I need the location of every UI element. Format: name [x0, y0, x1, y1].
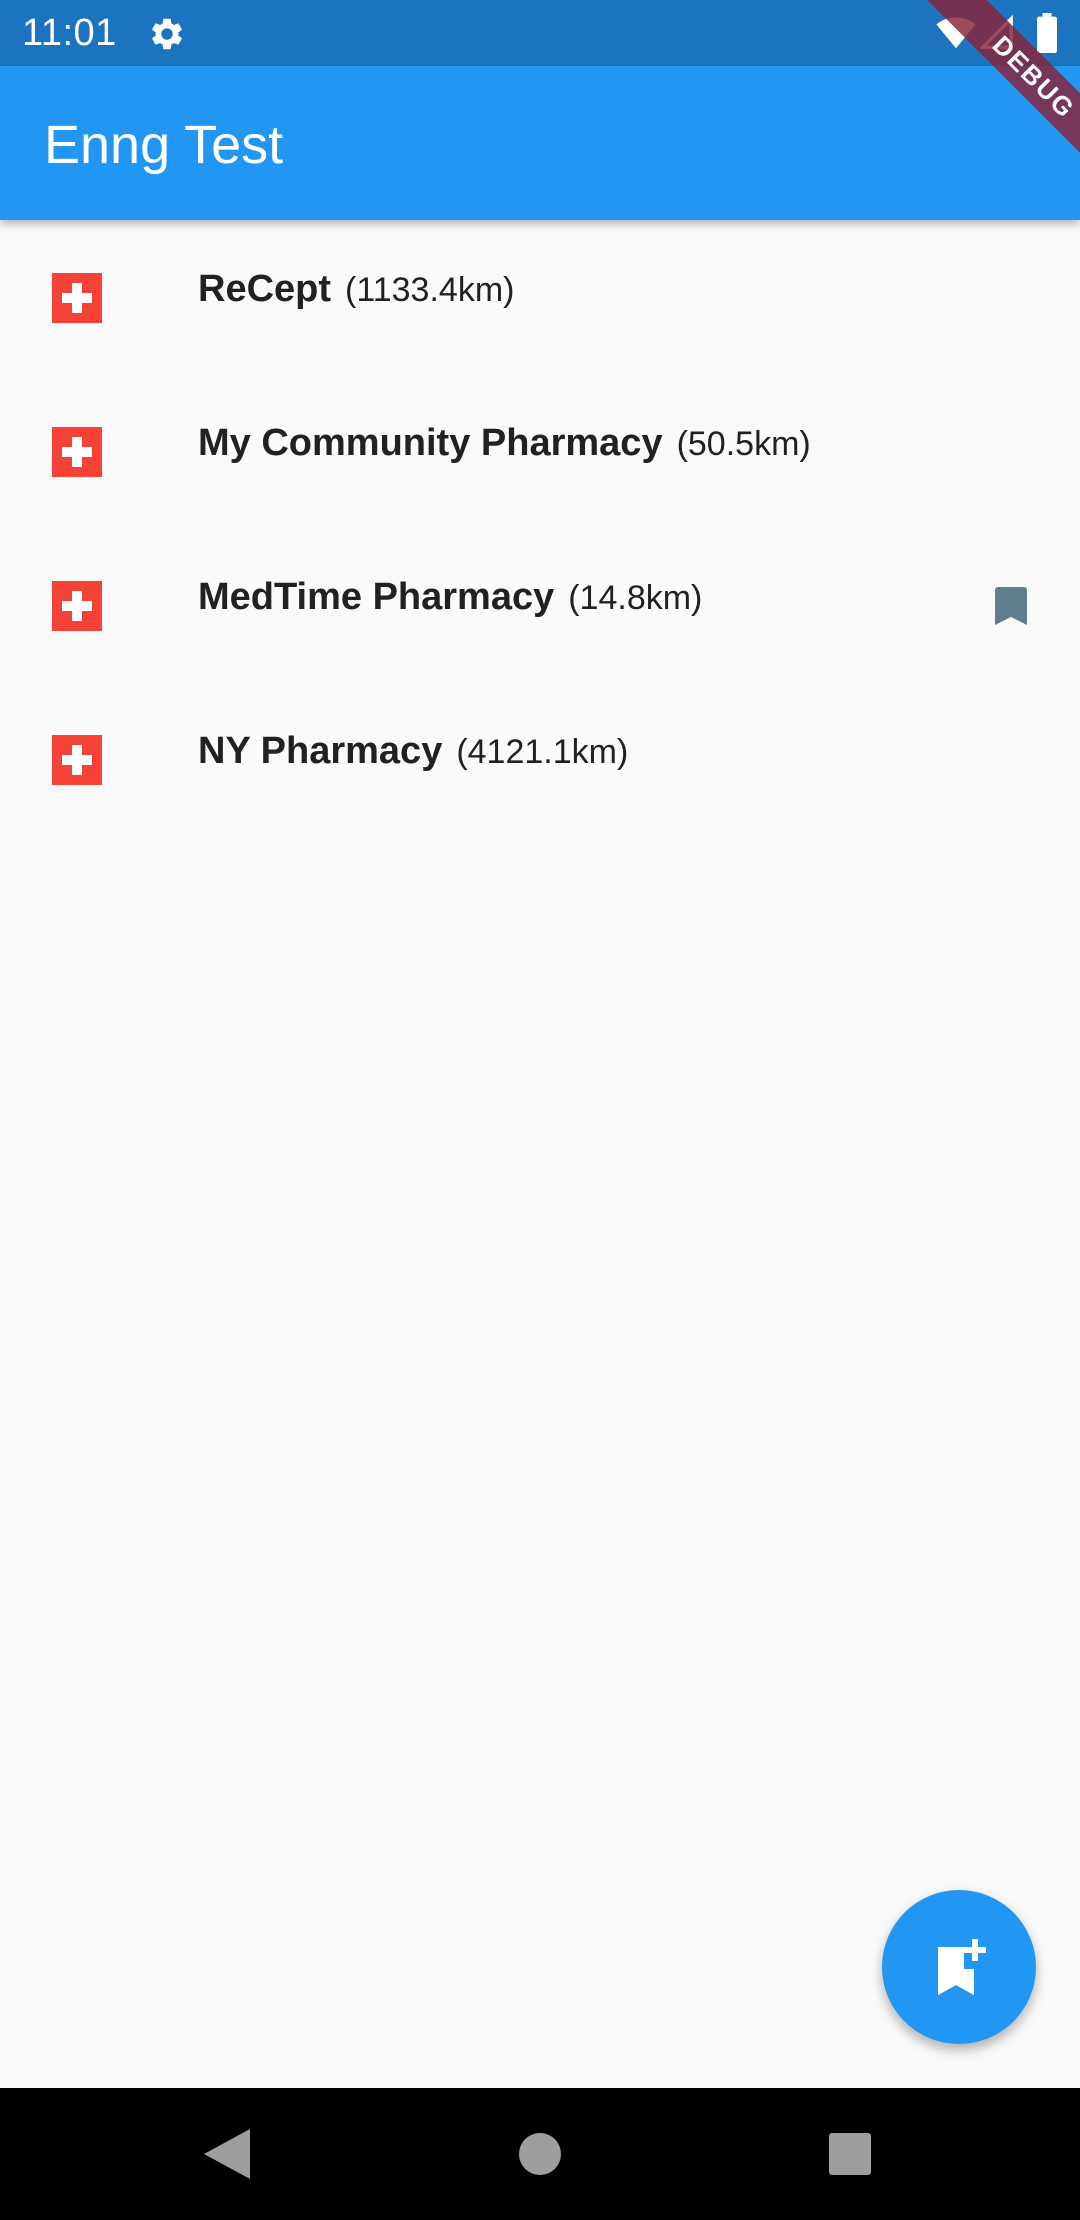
- navigation-bar: [0, 2088, 1080, 2220]
- pharmacy-name: ReCept: [198, 268, 332, 310]
- gear-icon: [152, 18, 182, 50]
- pharmacy-name: NY Pharmacy: [198, 730, 443, 772]
- list-item-text: My Community Pharmacy (50.5km): [198, 422, 811, 482]
- signal-icon: [980, 15, 1013, 49]
- pharmacy-cross-icon: [52, 273, 102, 323]
- list-item-text: ReCept (1133.4km): [198, 268, 514, 328]
- add-bookmark-fab[interactable]: [882, 1890, 1036, 2044]
- bookmark-icon[interactable]: [995, 587, 1027, 625]
- pharmacy-distance: (14.8km): [568, 579, 703, 617]
- list-item-text: MedTime Pharmacy (14.8km): [198, 576, 702, 636]
- battery-icon: [1037, 13, 1057, 53]
- home-icon[interactable]: [519, 2133, 561, 2175]
- app-bar: Enng Test: [0, 66, 1080, 220]
- recents-icon[interactable]: [829, 2133, 871, 2175]
- pharmacy-cross-icon: [52, 581, 102, 631]
- back-icon[interactable]: [204, 2129, 250, 2179]
- wifi-icon: [936, 17, 976, 49]
- status-bar: 11:01: [0, 0, 1080, 66]
- pharmacy-cross-icon: [52, 735, 102, 785]
- list-item[interactable]: NY Pharmacy (4121.1km): [0, 682, 1080, 836]
- pharmacy-distance: (4121.1km): [456, 733, 629, 771]
- pharmacy-distance: (1133.4km): [345, 271, 515, 309]
- app-title: Enng Test: [44, 115, 284, 175]
- pharmacy-name: MedTime Pharmacy: [198, 576, 555, 618]
- list-item[interactable]: MedTime Pharmacy (14.8km): [0, 528, 1080, 682]
- list-item-text: NY Pharmacy (4121.1km): [198, 730, 628, 790]
- pharmacy-distance: (50.5km): [676, 425, 811, 463]
- bookmark-add-icon: [938, 1939, 986, 1995]
- pharmacy-cross-icon: [52, 427, 102, 477]
- pharmacy-name: My Community Pharmacy: [198, 422, 663, 464]
- list-item[interactable]: ReCept (1133.4km): [0, 220, 1080, 374]
- pharmacy-list: ReCept (1133.4km) My Community Pharmacy (5…: [0, 220, 1080, 836]
- status-time: 11:01: [22, 12, 117, 54]
- list-item[interactable]: My Community Pharmacy (50.5km): [0, 374, 1080, 528]
- screen: 11:01 Enng Test DEBUG ReCept (1133.4km) …: [0, 0, 1080, 2220]
